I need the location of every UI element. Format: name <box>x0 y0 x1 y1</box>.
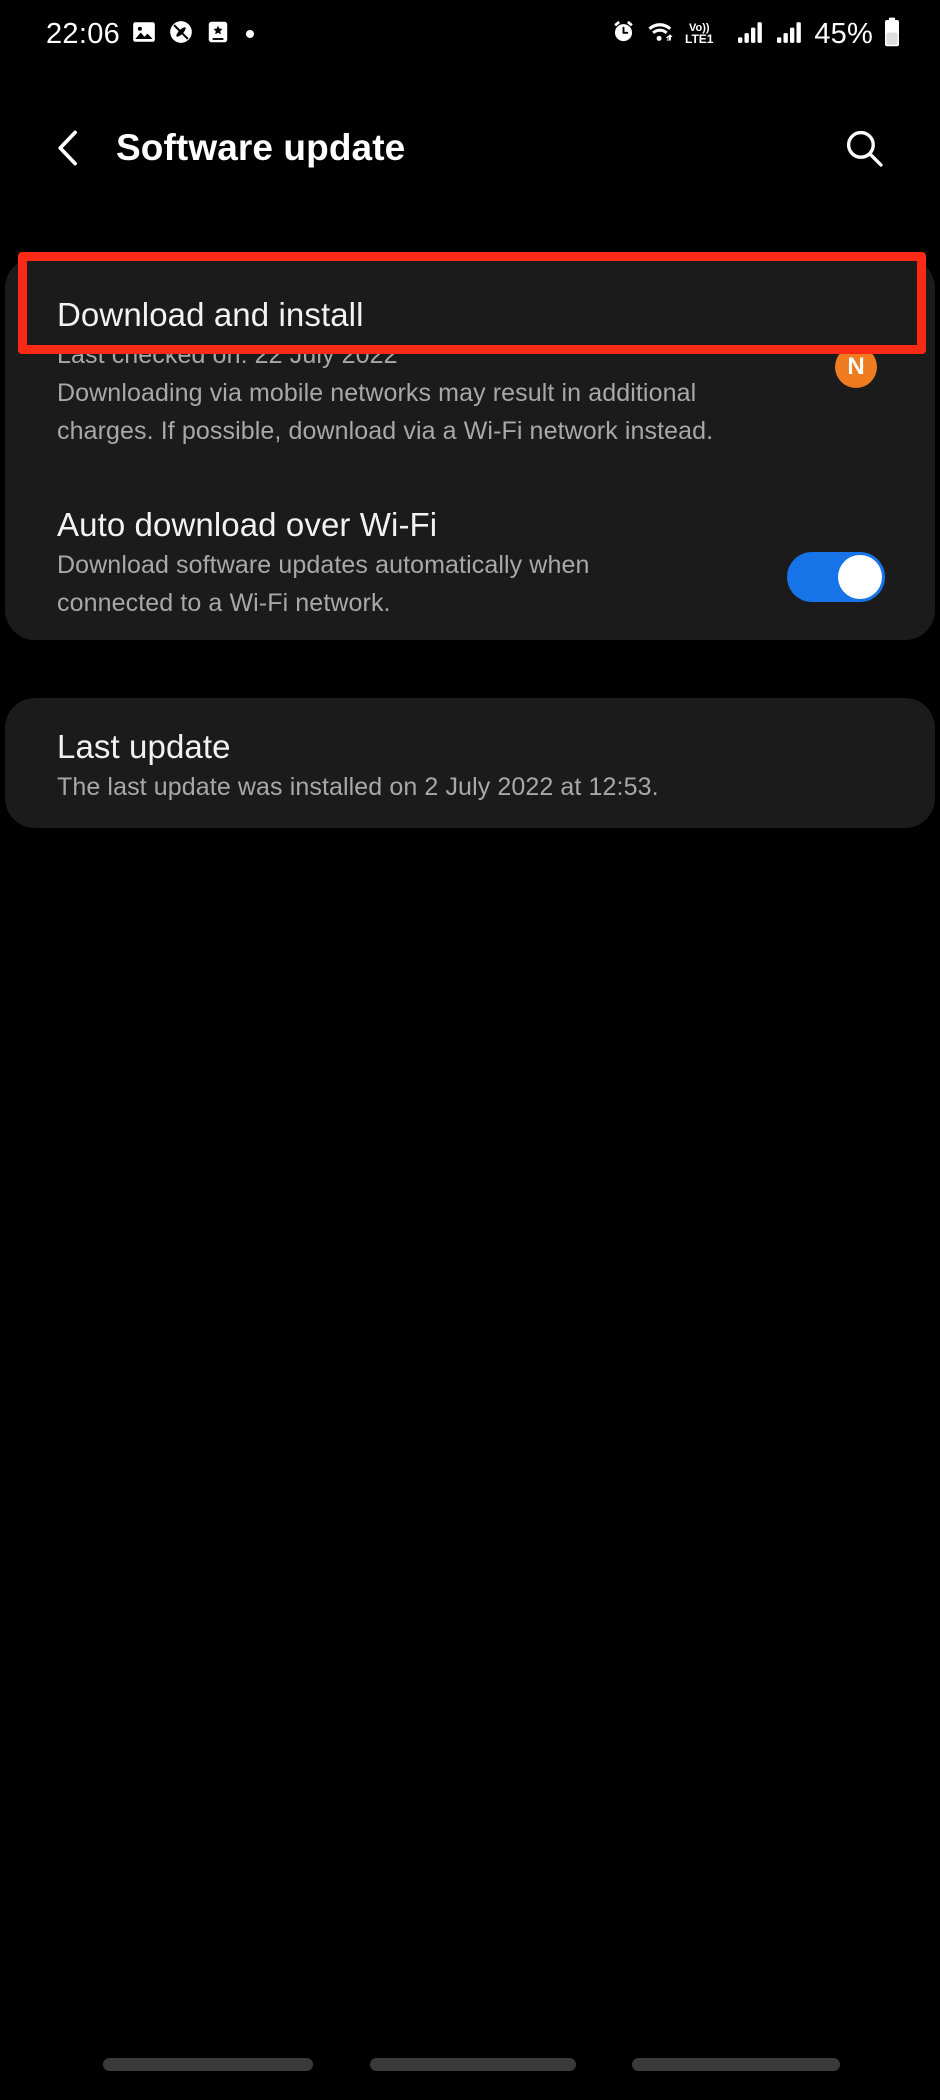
norton-badge-icon: N <box>835 346 877 388</box>
image-icon <box>131 19 157 50</box>
alarm-icon <box>610 18 637 50</box>
signal-bars-1-icon <box>736 19 766 50</box>
last-update-row: Last update The last update was installe… <box>5 698 935 804</box>
download-note-line1: Downloading via mobile networks may resu… <box>57 379 697 407</box>
search-button[interactable] <box>838 122 890 174</box>
back-pill[interactable] <box>632 2058 840 2071</box>
battery-percent-label: 45% <box>814 17 873 50</box>
signal-bars-2-icon <box>775 19 805 50</box>
volte-lte1-icon: Vo)) LTE1 <box>685 18 727 51</box>
toggle-thumb <box>838 555 882 599</box>
page-title: Software update <box>116 126 406 168</box>
last-update-card: Last update The last update was installe… <box>5 698 935 828</box>
app-header: Software update <box>0 100 940 195</box>
download-and-install-row[interactable]: Download and install Last checked on: 22… <box>5 258 935 474</box>
auto-download-toggle[interactable] <box>787 552 885 602</box>
auto-download-title: Auto download over Wi-Fi <box>57 506 438 543</box>
status-bar: 22:06 Vo)) LTE1 45% <box>0 0 940 68</box>
app-badge-icon <box>205 19 231 50</box>
home-pill[interactable] <box>370 2058 576 2071</box>
phone-screen: 22:06 Vo)) LTE1 45% Software update Down… <box>0 0 940 2100</box>
wifi-icon <box>646 18 676 50</box>
auto-download-over-wifi-row[interactable]: Auto download over Wi-Fi Download softwa… <box>5 474 935 620</box>
auto-download-desc-line2: connected to a Wi-Fi network. <box>57 589 391 617</box>
download-and-install-title: Download and install <box>57 296 364 333</box>
dot-indicator <box>246 30 255 38</box>
status-bar-clock: 22:06 <box>46 17 121 50</box>
status-bar-left: 22:06 <box>46 17 255 51</box>
back-button[interactable] <box>42 122 94 174</box>
mute-icon <box>168 19 194 50</box>
svg-text:LTE1: LTE1 <box>685 32 714 46</box>
last-update-title: Last update <box>57 728 231 765</box>
last-checked-label: Last checked on: 22 July 2022 <box>57 341 398 369</box>
battery-icon <box>882 17 902 52</box>
auto-download-desc-line1: Download software updates automatically … <box>57 551 590 579</box>
update-settings-card: Download and install Last checked on: 22… <box>5 258 935 640</box>
last-update-desc: The last update was installed on 2 July … <box>57 773 659 801</box>
recents-pill[interactable] <box>103 2058 313 2071</box>
status-bar-right: Vo)) LTE1 45% <box>610 17 902 52</box>
navigation-bar <box>0 2040 940 2100</box>
download-note-line2: charges. If possible, download via a Wi-… <box>57 417 714 445</box>
